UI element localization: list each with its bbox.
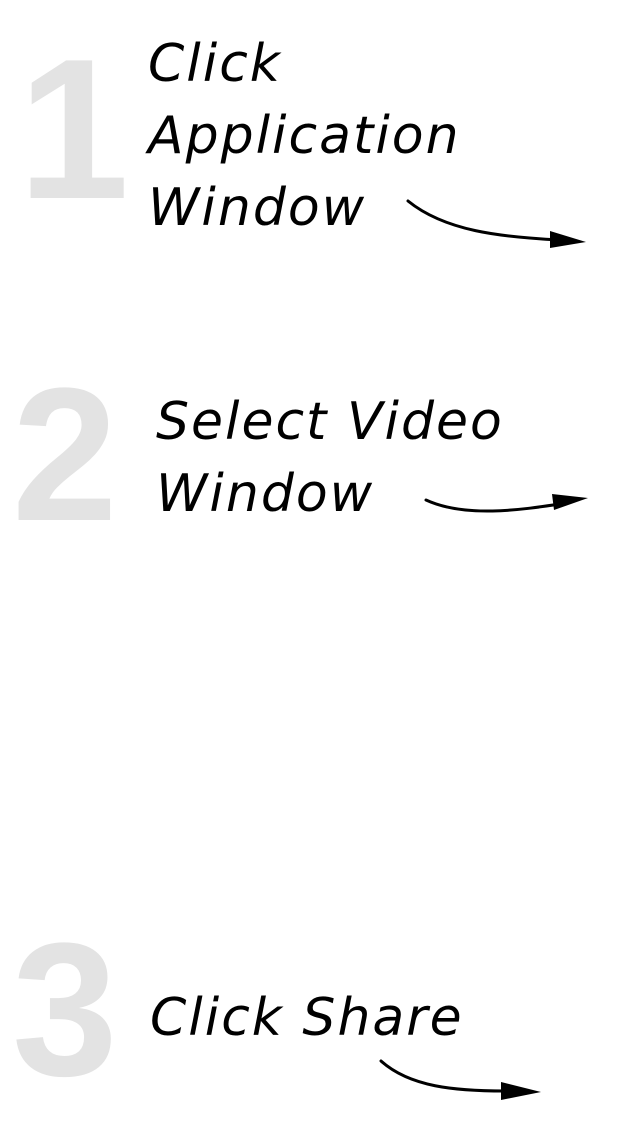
step-2-line-1: Select Video (156, 392, 504, 452)
step-1-line-2: Application (148, 106, 461, 166)
step-number-2: 2 (12, 349, 118, 561)
step-3-line-1: Click Share (150, 988, 464, 1048)
step-number-1: 1 (18, 18, 130, 241)
step-number-3: 3 (12, 904, 118, 1116)
step-1-line-1: Click (148, 34, 282, 94)
step-3-instruction: Click Share (150, 982, 464, 1054)
step-1-arrow-icon (406, 199, 586, 248)
step-2-arrow-icon (424, 494, 588, 513)
step-3-arrow-icon (379, 1059, 541, 1100)
